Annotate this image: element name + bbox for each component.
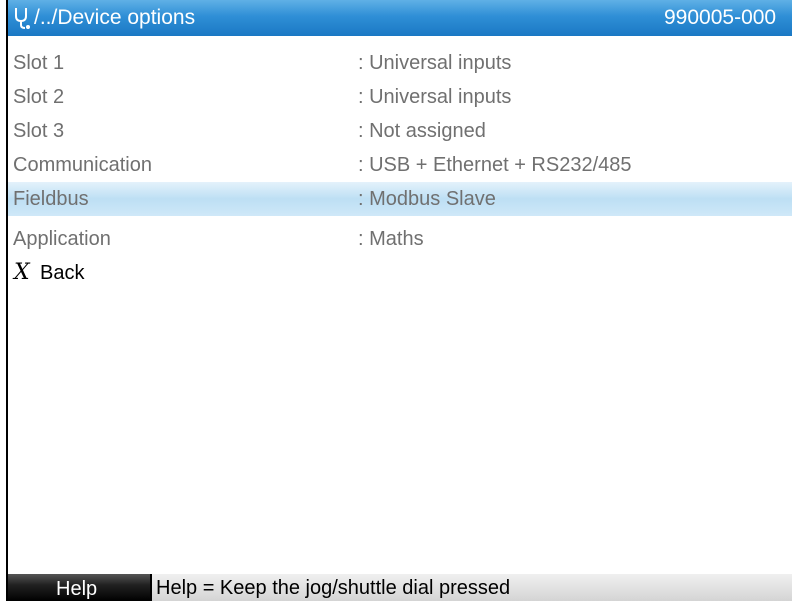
item-value: : USB + Ethernet + RS232/485 <box>358 154 632 176</box>
item-label: Communication <box>13 154 152 176</box>
item-value: : Universal inputs <box>358 52 512 74</box>
item-value: : Modbus Slave <box>358 188 496 210</box>
help-button-label: Help <box>56 578 98 600</box>
item-label: Slot 2 <box>13 86 65 108</box>
item-value: : Universal inputs <box>358 86 512 108</box>
item-label: Slot 3 <box>13 120 65 142</box>
item-value: : Not assigned <box>358 120 486 142</box>
back-button[interactable]: X Back <box>8 256 792 290</box>
help-hint-text: Help = Keep the jog/shuttle dial pressed <box>156 577 511 599</box>
serial-number: 990005-000 <box>664 6 777 29</box>
item-label: Application <box>13 228 111 250</box>
menu-item-slot-3[interactable]: Slot 3 : Not assigned <box>8 114 792 148</box>
menu-item-slot-1[interactable]: Slot 1 : Universal inputs <box>8 46 792 80</box>
menu-item-communication[interactable]: Communication : USB + Ethernet + RS232/4… <box>8 148 792 182</box>
title-bar: /../Device options 990005-000 <box>8 0 792 36</box>
breadcrumb: /../Device options <box>34 6 196 29</box>
back-label: Back <box>40 262 85 284</box>
menu-item-fieldbus[interactable]: Fieldbus : Modbus Slave <box>8 182 792 216</box>
diagnostics-icon <box>15 8 30 29</box>
back-x-icon: X <box>14 260 30 285</box>
item-value: : Maths <box>358 228 424 250</box>
help-hint: Help = Keep the jog/shuttle dial pressed <box>150 574 792 601</box>
menu-item-slot-2[interactable]: Slot 2 : Universal inputs <box>8 80 792 114</box>
item-label: Fieldbus <box>13 188 89 210</box>
item-label: Slot 1 <box>13 52 65 74</box>
help-button[interactable]: Help <box>8 574 150 601</box>
footer-bar: Help Help = Keep the jog/shuttle dial pr… <box>8 574 792 601</box>
menu-item-application[interactable]: Application : Maths <box>8 222 792 256</box>
